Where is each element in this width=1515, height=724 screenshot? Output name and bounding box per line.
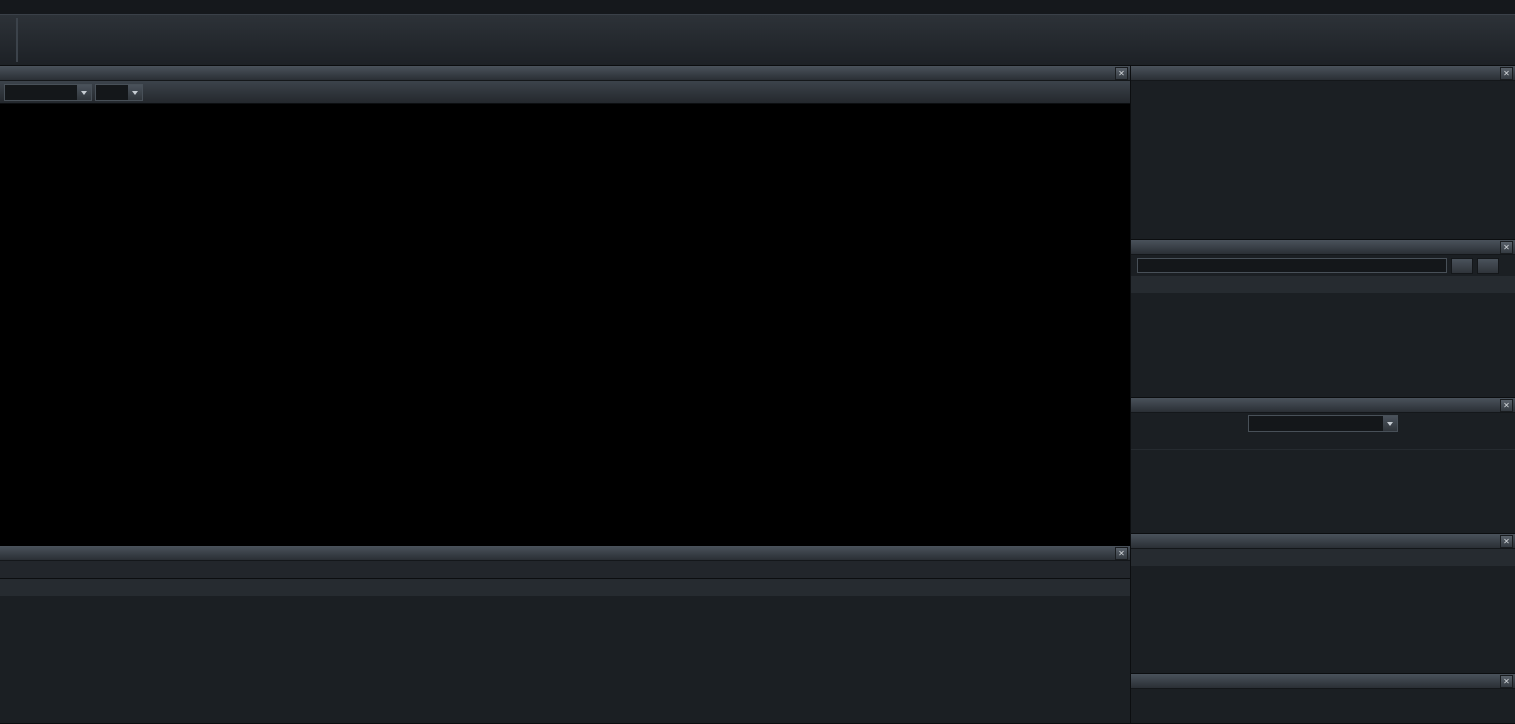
chevron-down-icon [127, 85, 142, 100]
chevron-down-icon [1382, 416, 1397, 431]
price-chart[interactable] [0, 104, 1130, 549]
strategy-window [1131, 674, 1515, 724]
close-icon[interactable] [1115, 67, 1128, 80]
rates-window-titlebar [1131, 240, 1515, 255]
main-toolbar [0, 14, 1515, 66]
menubar [0, 0, 1515, 14]
rates-search-input[interactable] [1137, 258, 1447, 273]
close-icon[interactable] [1500, 241, 1513, 254]
orderbook-symbol-select[interactable] [1248, 415, 1398, 432]
trading-terminal [0, 0, 1515, 724]
symbol-select[interactable] [4, 84, 92, 101]
rates-search-button[interactable] [1451, 258, 1473, 274]
orderbook-header [1131, 434, 1515, 450]
rates-window [1131, 240, 1515, 398]
rates-table-header [1131, 276, 1515, 293]
history-tabs [0, 561, 1130, 579]
account-window [1131, 534, 1515, 674]
orderbook-window-titlebar [1131, 398, 1515, 413]
chart-toolbar [0, 81, 1130, 104]
info-window [1131, 66, 1515, 240]
close-icon[interactable] [1500, 399, 1513, 412]
timeframe-select[interactable] [95, 84, 143, 101]
history-window [0, 546, 1130, 724]
history-table-body [0, 596, 1130, 723]
account-table-header [1131, 549, 1515, 566]
orderbook-window [1131, 398, 1515, 534]
close-icon[interactable] [1500, 535, 1513, 548]
close-icon[interactable] [1500, 67, 1513, 80]
history-table-header [0, 579, 1130, 596]
close-icon[interactable] [1115, 547, 1128, 560]
rates-clear-button[interactable] [1477, 258, 1499, 274]
chevron-down-icon [76, 85, 91, 100]
info-window-titlebar [1131, 66, 1515, 81]
history-window-titlebar [0, 546, 1130, 561]
chart-window [0, 66, 1130, 546]
strategy-window-titlebar [1131, 674, 1515, 689]
chart-window-titlebar [0, 66, 1130, 81]
close-icon[interactable] [1500, 675, 1513, 688]
account-window-titlebar [1131, 534, 1515, 549]
